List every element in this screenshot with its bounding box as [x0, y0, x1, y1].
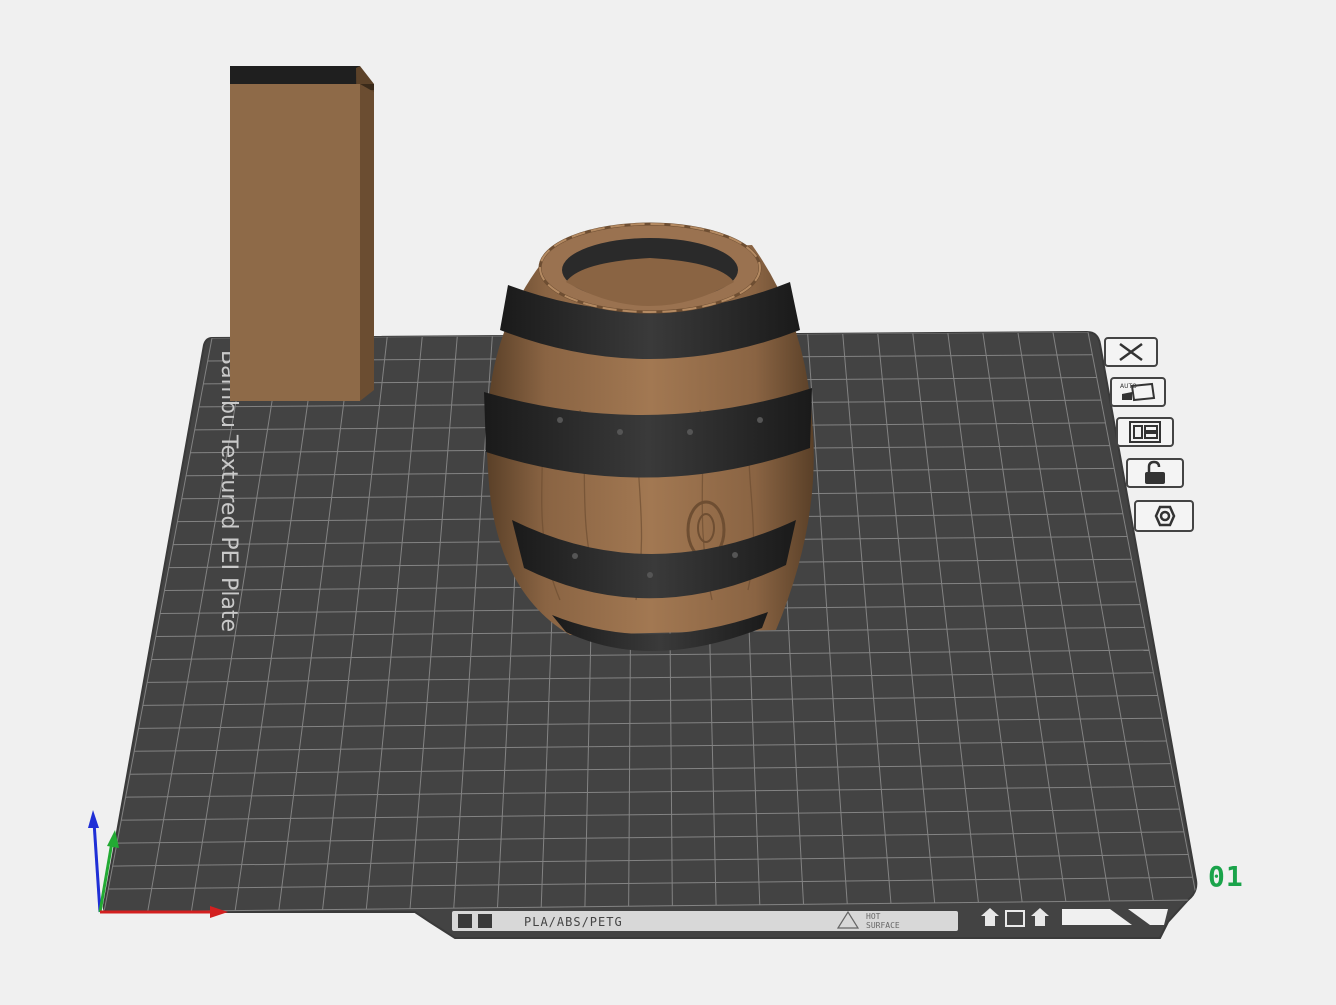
axis-z-line	[92, 821, 102, 913]
axis-z-arrow	[88, 810, 99, 828]
close-icon	[1119, 342, 1143, 362]
plate-logo-icon	[458, 914, 472, 928]
auto-orient-icon: AUTO	[1120, 382, 1156, 402]
arrange-icon	[1129, 421, 1161, 443]
delete-plate-button[interactable]	[1104, 337, 1158, 367]
warning-line1: HOT	[866, 912, 881, 921]
plate-settings-button[interactable]	[1134, 500, 1194, 532]
auto-orient-button[interactable]: AUTO	[1110, 377, 1166, 407]
warning-line2: SURFACE	[866, 921, 900, 930]
arrange-button[interactable]	[1116, 417, 1174, 447]
filament-label: PLA/ABS/PETG	[524, 915, 623, 929]
lock-plate-button[interactable]	[1126, 458, 1184, 488]
gear-icon	[1154, 505, 1176, 527]
plate-number[interactable]: 01	[1208, 860, 1244, 893]
plate-qr-icon	[478, 914, 492, 928]
barrel-object[interactable]	[484, 222, 814, 652]
wipe-tower-object[interactable]	[230, 66, 374, 401]
unlock-icon	[1145, 460, 1165, 484]
